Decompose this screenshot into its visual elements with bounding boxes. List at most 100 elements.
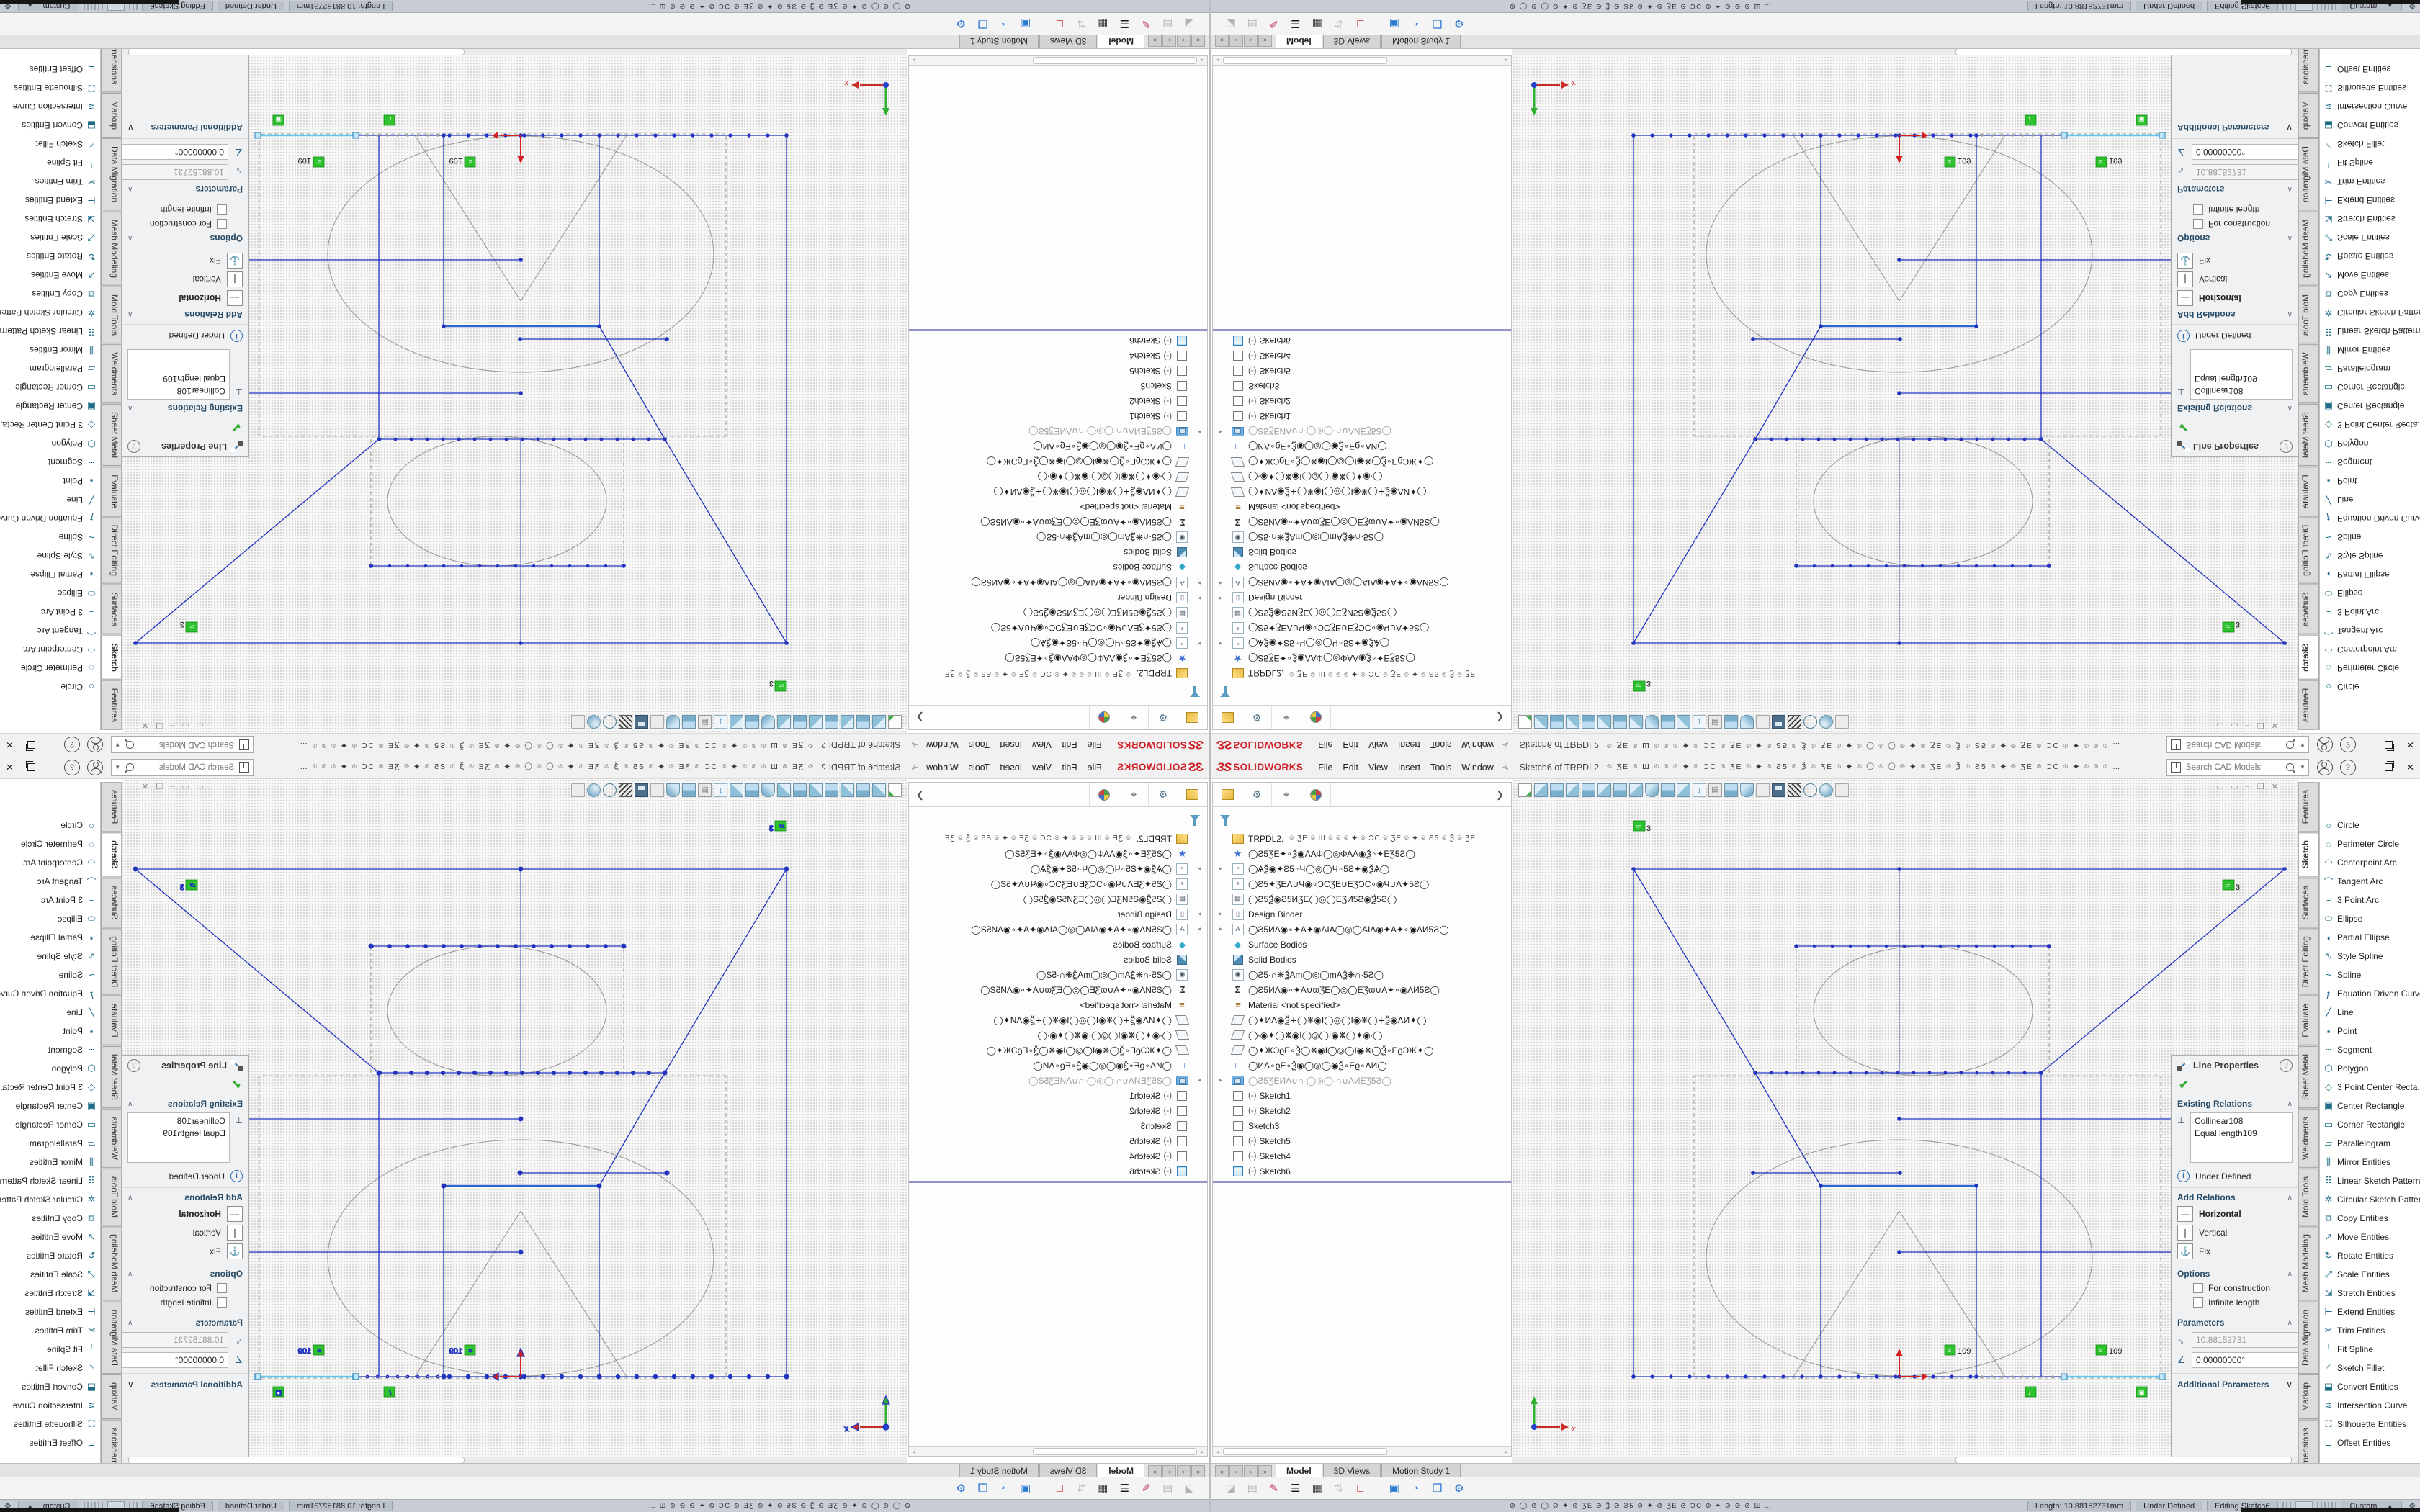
command-tab-features[interactable]: Features [2299, 680, 2319, 730]
collapse-icon[interactable]: ∧ [2287, 1270, 2293, 1278]
viewport-horizontal-scrollbar[interactable] [122, 1457, 908, 1463]
tree-item[interactable]: ≡Material <not specified> [909, 500, 1207, 515]
tab-navigation-buttons[interactable]: «‹›» [1215, 1465, 1273, 1477]
tool-tangent-arc[interactable]: ⌒Tangent Arc [0, 621, 100, 640]
brush-icon[interactable]: ✎ [1265, 16, 1283, 32]
menu-edit[interactable]: Edit [1337, 737, 1363, 753]
sketch-dashed-rect-lower[interactable] [259, 134, 726, 436]
search-box[interactable]: ▼ [2166, 759, 2309, 776]
relation-badge-equal[interactable]: = 109 [1945, 1345, 1971, 1356]
relation-item[interactable]: Collinear108 [132, 1115, 225, 1128]
disk-toolbar-icon[interactable] [1772, 783, 1785, 797]
sketch-line-diag-right[interactable] [135, 869, 379, 1073]
sketch-line-diag-right[interactable] [2041, 869, 2285, 1073]
expand-icon[interactable]: ▸ [1219, 925, 1222, 933]
tool-copy-entities[interactable]: ⧉Copy Entities [0, 284, 100, 303]
menu-edit[interactable]: Edit [1057, 760, 1083, 775]
page-icon[interactable]: ▭ [2231, 782, 2238, 791]
collapse-icon[interactable]: ∧ [2287, 405, 2293, 413]
existing-relations-header[interactable]: Existing Relations [2177, 1099, 2287, 1109]
command-tab-surfaces[interactable]: Surfaces [101, 878, 121, 927]
tree-item[interactable]: ▸▯Design Binder [1213, 906, 1511, 922]
options-header[interactable]: Options [2177, 233, 2287, 243]
tree-item[interactable]: ◯✦ЖЭϱΕ∘Ѯ◯❋◉Ι◯◎◯Ι◉❋◯Ѯ∘ΕϱЭЖ✦◯ [909, 454, 1207, 469]
relation-item[interactable]: Equal length109 [132, 1128, 225, 1140]
close-button[interactable]: ✕ [6, 739, 14, 751]
tree-item[interactable]: ⌖◯Ƨ5✦ƷΕΛ∪Ч◉∘ƆCƷΕ∪ΕƷƆC∘◉Ч∪Λ✦5Ƨ◯ [909, 876, 1207, 891]
command-tab-evaluate[interactable]: Evaluate [101, 467, 121, 516]
tab-scroll-button[interactable]: ‹ [1229, 1465, 1243, 1477]
search-input[interactable] [2184, 762, 2286, 773]
page-icon[interactable]: ▭ [182, 782, 189, 791]
gray-toolbar-icon[interactable] [1835, 783, 1849, 797]
tree-item[interactable]: ★◯Ƨ5ƷΕ✦∘Ѯ◉ΛΑΦ◯◎ΦΑΛ◉Ѯ∘✦ΕƷ5Ƨ◯ [909, 651, 1207, 666]
tool-stretch-entities[interactable]: ⇲Stretch Entities [0, 210, 100, 228]
close-button[interactable]: ✕ [2406, 739, 2414, 751]
relation-badge-collinear[interactable]: / [2025, 1387, 2036, 1397]
tool-scale-entities[interactable]: ⤢Scale Entities [0, 228, 100, 247]
tree-item[interactable]: ◯∙◉✦◯❋◉Ι◯◎◯Ι◉❋◯✦◉∙◯ [1213, 1027, 1511, 1043]
length-parameter-field[interactable] [108, 164, 228, 180]
option-infinite-length[interactable]: Infinite length [122, 1295, 248, 1310]
scrollbar-thumb[interactable] [128, 48, 465, 55]
search-box[interactable]: ▼ [111, 737, 254, 754]
pin-icon[interactable]: ➢ [908, 760, 921, 774]
toolbar-grip[interactable]: ⁞ [1215, 1485, 1216, 1493]
tool-perimeter-circle[interactable]: ◌Perimeter Circle [2320, 659, 2420, 678]
tool-fit-spline[interactable]: ╰Fit Spline [2320, 1340, 2420, 1359]
cube-toolbar-icon[interactable] [1566, 783, 1579, 797]
tool-silhouette-entities[interactable]: ⛶Silhouette Entities [2320, 78, 2420, 97]
tool-parallelogram[interactable]: ▱Parallelogram [0, 1134, 100, 1153]
tree-item[interactable]: ◆Surface Bodies [1213, 937, 1511, 952]
close-doc-button[interactable]: ✕ [142, 782, 148, 791]
cube2-toolbar-icon[interactable] [745, 715, 759, 729]
command-tab-data-migration[interactable]: Data Migration [2299, 138, 2319, 210]
additional-parameters-header[interactable]: Additional Parameters [134, 1380, 243, 1390]
tree-root-item[interactable]: TRPDL2. ⌾ ƷΕ ⌾ Ш ⌾ ⌾ ⌾ ✦ ⌾ ƆC ⌾ ƷΕ ⌾ ✦ ⌾… [1213, 831, 1511, 846]
close-doc-button[interactable]: ✕ [142, 721, 148, 730]
command-tab-sheet-metal[interactable]: Sheet Metal [2299, 404, 2319, 466]
tool-ellipse[interactable]: ⬭Ellipse [0, 909, 100, 928]
tool-circular-sketch-pattern[interactable]: ✲Circular Sketch Pattern [0, 303, 100, 322]
cube-toolbar-icon[interactable] [1597, 715, 1611, 729]
doc-tab-3d-views[interactable]: 3D Views [1323, 35, 1381, 48]
menu-file[interactable]: File [1083, 737, 1107, 753]
camera-icon[interactable]: ▣ [1016, 1480, 1035, 1496]
sketch-line-diag-right[interactable] [2041, 439, 2285, 643]
cube-toolbar-icon[interactable] [809, 715, 823, 729]
tab-displaymanager[interactable] [1301, 783, 1331, 806]
doc-tab-3d-views[interactable]: 3D Views [1039, 35, 1097, 48]
tool-corner-rectangle[interactable]: ▭Corner Rectangle [2320, 1115, 2420, 1134]
tool-3-point-arc[interactable]: ⌢3 Point Arc [0, 603, 100, 621]
restore-doc-button[interactable]: ❐ [2257, 782, 2264, 791]
sketch-dashed-rect-upper[interactable] [371, 946, 624, 1076]
tab-featuremanager[interactable] [1178, 706, 1207, 729]
menu-file[interactable]: File [1313, 737, 1337, 753]
tree-item[interactable]: ★◯Ƨ5ƷΕ✦∘Ѯ◉ΛΑΦ◯◎ΦΑΛ◉Ѯ∘✦ΕƷ5Ƨ◯ [1213, 651, 1511, 666]
collapse-icon[interactable]: ∧ [2287, 1319, 2293, 1327]
option-infinite-length[interactable]: Infinite length [122, 202, 248, 217]
relation-badge-collinear[interactable]: / [384, 1387, 395, 1397]
tool-scale-entities[interactable]: ⤢Scale Entities [0, 1265, 100, 1284]
tool-3-point-center-recta-[interactable]: ◇3 Point Center Recta... [2320, 1078, 2420, 1097]
menu-tools[interactable]: Tools [964, 760, 995, 775]
tool-3-point-arc[interactable]: ⌢3 Point Arc [2320, 603, 2420, 621]
doc-tab-model[interactable]: Model [1276, 35, 1322, 48]
sketch-line-diag-right[interactable] [135, 439, 379, 643]
tool-sketch-fillet[interactable]: ◜Sketch Fillet [0, 135, 100, 153]
tree-item[interactable]: ◉◯Ƨ5∙∩❋ѮΑm◯◎◯mΑѮ❋∩∙5Ƨ◯ [1213, 530, 1511, 545]
pin-icon[interactable]: ➢ [1499, 760, 1512, 774]
camera-icon[interactable]: ▣ [1016, 16, 1035, 32]
disk-toolbar-icon[interactable] [1772, 715, 1785, 729]
panel-help-icon[interactable]: ? [127, 1059, 140, 1072]
scrollbar-thumb[interactable] [1033, 57, 1197, 64]
cone-toolbar-icon[interactable] [761, 715, 775, 729]
pin-icon[interactable]: ➢ [1499, 738, 1512, 752]
tool-perimeter-circle[interactable]: ◌Perimeter Circle [2320, 834, 2420, 853]
collapse-icon[interactable]: ∧ [127, 186, 133, 194]
collapse-icon[interactable]: ∧ [2287, 1100, 2293, 1108]
cube2-toolbar-icon[interactable] [856, 715, 870, 729]
add-relation-horizontal[interactable]: —Horizontal [122, 289, 248, 307]
tree-item[interactable]: ★◯Ƨ5ƷΕ✦∘Ѯ◉ΛΑΦ◯◎ΦΑΛ◉Ѯ∘✦ΕƷ5Ƨ◯ [1213, 846, 1511, 861]
user-account-icon[interactable] [2317, 760, 2333, 775]
